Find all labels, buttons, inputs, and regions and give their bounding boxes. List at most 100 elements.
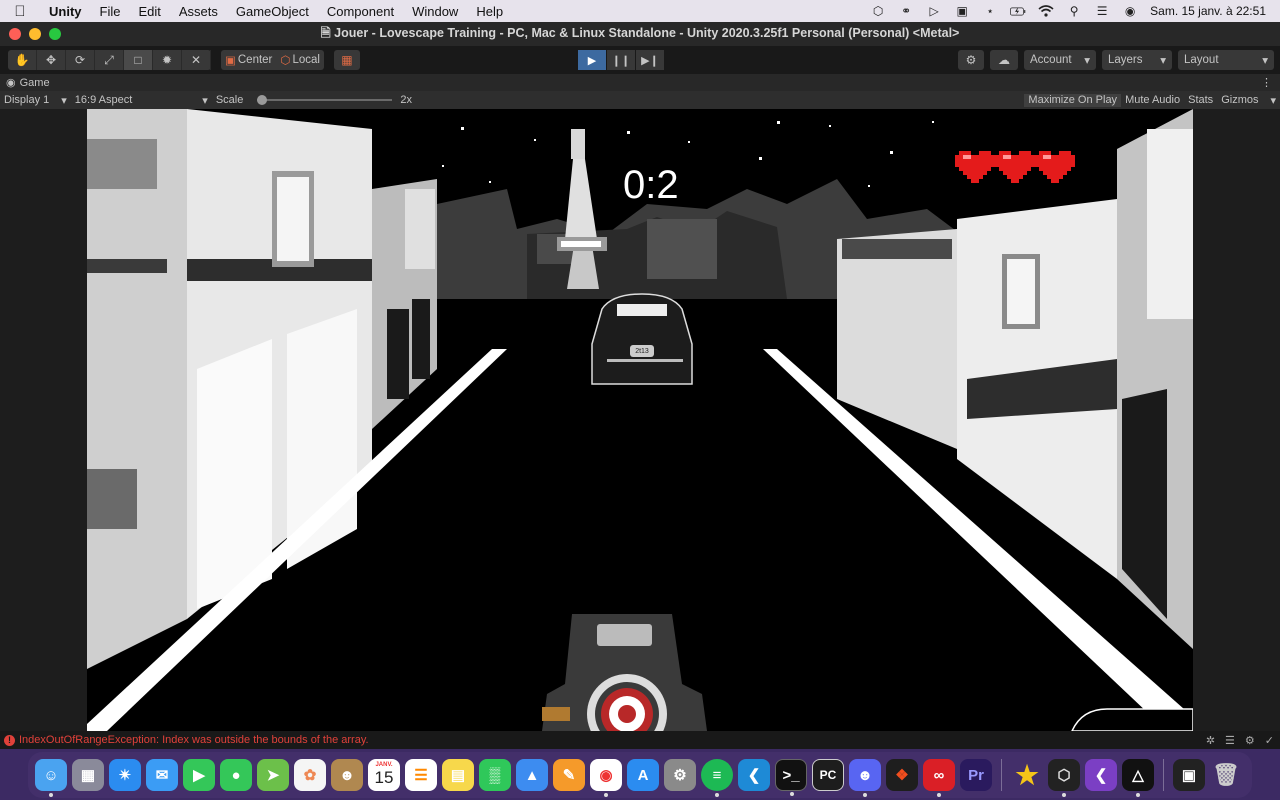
auto-generate-lighting-icon[interactable]: ✲: [1206, 734, 1215, 747]
safari-icon[interactable]: ✴: [109, 759, 141, 791]
transform-tool-icon[interactable]: ✹: [153, 50, 182, 70]
siri-icon[interactable]: ◉: [1122, 4, 1138, 18]
menu-app-name[interactable]: Unity: [40, 4, 91, 19]
move-tool-icon[interactable]: ✥: [37, 50, 66, 70]
console-error-message[interactable]: IndexOutOfRangeException: Index was outs…: [19, 734, 369, 746]
hand-tool-icon[interactable]: ✋: [8, 50, 37, 70]
premiere-icon[interactable]: Pr: [960, 759, 992, 791]
debug-mode-icon[interactable]: ⚙: [1245, 734, 1255, 747]
discord-icon[interactable]: ☻: [849, 759, 881, 797]
battery-icon[interactable]: [1010, 4, 1026, 18]
close-button[interactable]: [9, 28, 21, 40]
traffic-lights: [0, 28, 61, 40]
unity-hub-icon[interactable]: ⬡: [1048, 759, 1080, 797]
rotate-tool-icon[interactable]: ⟳: [66, 50, 95, 70]
terminal-icon[interactable]: >_: [775, 759, 807, 796]
step-button[interactable]: ▶❙: [636, 50, 664, 70]
scale-slider[interactable]: [257, 95, 393, 105]
cache-server-icon[interactable]: ☰: [1225, 734, 1235, 747]
panel-menu-icon[interactable]: ⋮: [1261, 76, 1280, 89]
display-dropdown[interactable]: Display 1 ▾: [0, 94, 71, 107]
custom-tool-icon[interactable]: ✕: [182, 50, 211, 70]
search-icon[interactable]: ⚲: [1066, 4, 1082, 18]
control-center-icon[interactable]: ☰: [1094, 4, 1110, 18]
app-store-icon[interactable]: A: [627, 759, 659, 791]
mail-icon[interactable]: ✉: [146, 759, 178, 791]
lives: [955, 147, 1075, 187]
keynote-icon[interactable]: ▲: [516, 759, 548, 791]
pages-icon[interactable]: ✎: [553, 759, 585, 791]
scale-slider-knob[interactable]: [257, 95, 268, 105]
maps-icon[interactable]: ➤: [257, 759, 289, 791]
menu-help[interactable]: Help: [467, 4, 512, 19]
notes-icon[interactable]: ▤: [442, 759, 474, 791]
trash-icon[interactable]: 🗑: [1210, 759, 1242, 791]
calendar-day: 15: [374, 768, 394, 787]
grid-snap-icon[interactable]: ▦: [333, 50, 360, 70]
apple-icon[interactable]: : [0, 3, 40, 20]
minimize-button[interactable]: [29, 28, 41, 40]
chrome-icon[interactable]: ◉: [590, 759, 622, 797]
wifi-icon[interactable]: [1038, 4, 1054, 18]
pivot-center-button[interactable]: ▣ Center: [221, 50, 276, 70]
system-preferences-icon[interactable]: ⚙: [664, 759, 696, 791]
figma-icon[interactable]: ❖: [886, 759, 918, 791]
play-button[interactable]: ▶: [578, 50, 606, 70]
scale-tool-icon[interactable]: ⤢: [95, 50, 124, 70]
numbers-icon[interactable]: ▒: [479, 759, 511, 791]
visual-studio-icon[interactable]: ❮: [1085, 759, 1117, 791]
menu-window[interactable]: Window: [403, 4, 467, 19]
stats-toggle[interactable]: Stats: [1184, 94, 1217, 107]
unity-status-icon[interactable]: ⬡: [870, 4, 886, 18]
creative-cloud-status-icon[interactable]: ⚭: [898, 4, 914, 18]
menu-assets[interactable]: Assets: [170, 4, 227, 19]
heart-icon: [1035, 151, 1075, 183]
play-status-icon[interactable]: ▷: [926, 4, 942, 18]
game-tab[interactable]: ◉ Game ⋮: [0, 74, 1280, 91]
creative-cloud-icon[interactable]: ∞: [923, 759, 955, 797]
menu-component[interactable]: Component: [318, 4, 403, 19]
pycharm-icon[interactable]: PC: [812, 759, 844, 791]
cloud-icon[interactable]: ☁: [990, 50, 1018, 70]
maximize-on-play-toggle[interactable]: Maximize On Play: [1024, 93, 1122, 107]
screen-recorder-icon[interactable]: ▣: [1173, 759, 1205, 791]
layers-label: Layers: [1108, 54, 1143, 66]
gizmos-dropdown[interactable]: Gizmos ▾: [1217, 94, 1280, 107]
screen-icon[interactable]: ▣: [954, 4, 970, 18]
mute-audio-toggle[interactable]: Mute Audio: [1121, 94, 1184, 107]
contacts-icon[interactable]: ☻: [331, 759, 363, 791]
premiere-label: Pr: [968, 766, 984, 784]
collab-icon[interactable]: ⚙: [958, 50, 984, 70]
calendar-icon[interactable]: JANV. 15: [368, 759, 400, 791]
finder-icon[interactable]: ☺: [35, 759, 67, 797]
pivot-local-button[interactable]: ⬡ Local: [276, 50, 324, 70]
pause-button[interactable]: ❙❙: [607, 50, 635, 70]
clock[interactable]: Sam. 15 janv. à 22:51: [1150, 4, 1266, 18]
unity-toolbar: ✋ ✥ ⟳ ⤢ □ ✹ ✕ ▣ Center ⬡ Local ▦ ▶ ❙❙ ▶❙ ⚙…: [0, 46, 1280, 74]
progress-icon[interactable]: ✓: [1265, 734, 1274, 747]
menu-file[interactable]: File: [91, 4, 130, 19]
game-view[interactable]: 0:2 2t13: [87, 109, 1193, 731]
layers-dropdown[interactable]: Layers ▾: [1102, 50, 1172, 70]
facetime-icon[interactable]: ▶: [183, 759, 215, 791]
account-dropdown[interactable]: Account ▾: [1024, 50, 1096, 70]
messages-icon[interactable]: ●: [220, 759, 252, 791]
stars: [442, 121, 934, 187]
zoom-button[interactable]: [49, 28, 61, 40]
unity-icon[interactable]: △: [1122, 759, 1154, 797]
layout-dropdown[interactable]: Layout ▾: [1178, 50, 1274, 70]
menu-edit[interactable]: Edit: [129, 4, 169, 19]
reminders-icon[interactable]: ☰: [405, 759, 437, 791]
vscode-icon[interactable]: ❮: [738, 759, 770, 791]
rect-tool-icon[interactable]: □: [124, 50, 153, 70]
spotify-icon[interactable]: ≡: [701, 759, 733, 797]
chevron-down-icon: ▾: [202, 94, 208, 107]
star-icon[interactable]: ★: [1011, 759, 1043, 791]
launchpad-icon[interactable]: ▦: [72, 759, 104, 791]
play-controls: ▶ ❙❙ ▶❙: [578, 50, 664, 70]
bluetooth-icon[interactable]: ⋆: [982, 4, 998, 18]
photos-icon[interactable]: ✿: [294, 759, 326, 791]
aspect-dropdown[interactable]: 16:9 Aspect ▾: [71, 94, 212, 107]
console-status-bar[interactable]: ! IndexOutOfRangeException: Index was ou…: [0, 731, 1280, 749]
menu-gameobject[interactable]: GameObject: [227, 4, 318, 19]
